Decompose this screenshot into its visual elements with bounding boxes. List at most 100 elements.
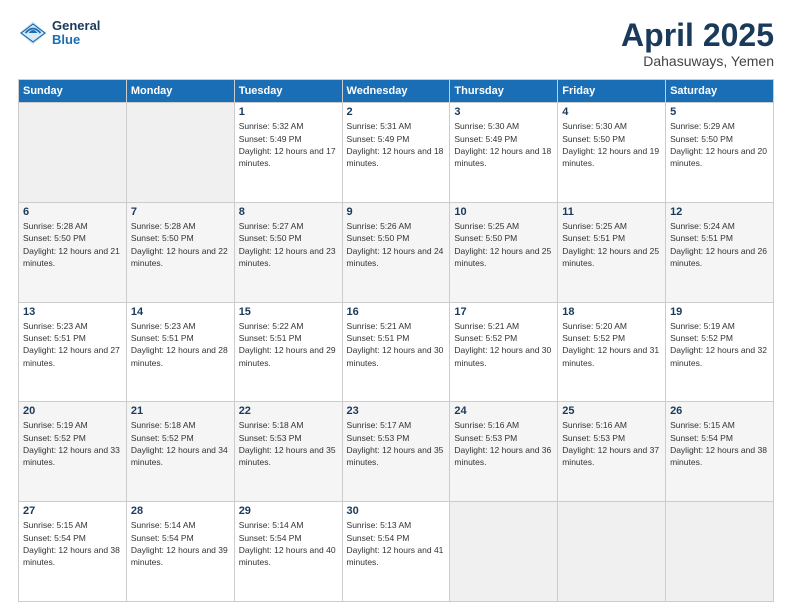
day-info: Sunrise: 5:18 AMSunset: 5:52 PMDaylight:… [131, 419, 230, 468]
day-number: 7 [131, 206, 230, 218]
day-info: Sunrise: 5:28 AMSunset: 5:50 PMDaylight:… [131, 220, 230, 269]
day-cell: 9 Sunrise: 5:26 AMSunset: 5:50 PMDaylight… [342, 202, 450, 302]
day-cell: 21Sunrise: 5:18 AMSunset: 5:52 PMDayligh… [126, 402, 234, 502]
col-saturday: Saturday [666, 80, 774, 103]
header: General Blue April 2025 Dahasuways, Yeme… [18, 18, 774, 69]
day-cell: 7 Sunrise: 5:28 AMSunset: 5:50 PMDaylight… [126, 202, 234, 302]
day-number: 16 [347, 306, 446, 318]
day-number: 4 [562, 106, 661, 118]
logo: General Blue [18, 18, 100, 48]
day-cell: 6Sunrise: 5:28 AMSunset: 5:50 PMDaylight… [19, 202, 127, 302]
day-number: 30 [347, 505, 446, 517]
day-info: Sunrise: 5:13 AMSunset: 5:54 PMDaylight:… [347, 519, 446, 568]
col-sunday: Sunday [19, 80, 127, 103]
day-info: Sunrise: 5:14 AMSunset: 5:54 PMDaylight:… [131, 519, 230, 568]
day-cell: 4Sunrise: 5:30 AMSunset: 5:50 PMDaylight… [558, 103, 666, 203]
day-number: 6 [23, 206, 122, 218]
week-row-1: 1 Sunrise: 5:32 AMSunset: 5:49 PMDaylight… [19, 103, 774, 203]
day-cell: 26Sunrise: 5:15 AMSunset: 5:54 PMDayligh… [666, 402, 774, 502]
day-number: 26 [670, 405, 769, 417]
day-number: 14 [131, 306, 230, 318]
day-cell: 14 Sunrise: 5:23 AMSunset: 5:51 PMDayligh… [126, 302, 234, 402]
day-info: Sunrise: 5:20 AMSunset: 5:52 PMDaylight:… [562, 320, 661, 369]
day-cell: 25Sunrise: 5:16 AMSunset: 5:53 PMDayligh… [558, 402, 666, 502]
col-friday: Friday [558, 80, 666, 103]
day-info: Sunrise: 5:26 AMSunset: 5:50 PMDaylight:… [347, 220, 446, 269]
day-info: Sunrise: 5:15 AMSunset: 5:54 PMDaylight:… [23, 519, 122, 568]
day-cell: 2 Sunrise: 5:31 AMSunset: 5:49 PMDaylight… [342, 103, 450, 203]
day-cell: 27 Sunrise: 5:15 AMSunset: 5:54 PMDayligh… [19, 502, 127, 602]
week-row-5: 27 Sunrise: 5:15 AMSunset: 5:54 PMDayligh… [19, 502, 774, 602]
day-cell: 23 Sunrise: 5:17 AMSunset: 5:53 PMDayligh… [342, 402, 450, 502]
day-number: 1 [239, 106, 338, 118]
day-info: Sunrise: 5:25 AMSunset: 5:50 PMDaylight:… [454, 220, 553, 269]
day-cell: 16 Sunrise: 5:21 AMSunset: 5:51 PMDayligh… [342, 302, 450, 402]
page: General Blue April 2025 Dahasuways, Yeme… [0, 0, 792, 612]
logo-general: General [52, 19, 100, 33]
day-number: 11 [562, 206, 661, 218]
day-info: Sunrise: 5:21 AMSunset: 5:52 PMDaylight:… [454, 320, 553, 369]
day-cell [558, 502, 666, 602]
day-info: Sunrise: 5:23 AMSunset: 5:51 PMDaylight:… [131, 320, 230, 369]
day-number: 15 [239, 306, 338, 318]
day-cell: 1 Sunrise: 5:32 AMSunset: 5:49 PMDaylight… [234, 103, 342, 203]
day-number: 25 [562, 405, 661, 417]
day-cell: 24Sunrise: 5:16 AMSunset: 5:53 PMDayligh… [450, 402, 558, 502]
col-tuesday: Tuesday [234, 80, 342, 103]
calendar-header: Sunday Monday Tuesday Wednesday Thursday… [19, 80, 774, 103]
day-number: 12 [670, 206, 769, 218]
day-cell: 11 Sunrise: 5:25 AMSunset: 5:51 PMDayligh… [558, 202, 666, 302]
col-thursday: Thursday [450, 80, 558, 103]
day-info: Sunrise: 5:18 AMSunset: 5:53 PMDaylight:… [239, 419, 338, 468]
day-number: 19 [670, 306, 769, 318]
day-number: 29 [239, 505, 338, 517]
day-info: Sunrise: 5:17 AMSunset: 5:53 PMDaylight:… [347, 419, 446, 468]
day-number: 20 [23, 405, 122, 417]
day-cell: 20 Sunrise: 5:19 AMSunset: 5:52 PMDayligh… [19, 402, 127, 502]
day-info: Sunrise: 5:32 AMSunset: 5:49 PMDaylight:… [239, 120, 338, 169]
day-number: 8 [239, 206, 338, 218]
day-cell [666, 502, 774, 602]
header-row: Sunday Monday Tuesday Wednesday Thursday… [19, 80, 774, 103]
day-info: Sunrise: 5:21 AMSunset: 5:51 PMDaylight:… [347, 320, 446, 369]
day-number: 13 [23, 306, 122, 318]
day-number: 27 [23, 505, 122, 517]
day-info: Sunrise: 5:23 AMSunset: 5:51 PMDaylight:… [23, 320, 122, 369]
day-info: Sunrise: 5:24 AMSunset: 5:51 PMDaylight:… [670, 220, 769, 269]
day-number: 17 [454, 306, 553, 318]
day-number: 9 [347, 206, 446, 218]
day-cell: 3Sunrise: 5:30 AMSunset: 5:49 PMDaylight… [450, 103, 558, 203]
day-cell: 17 Sunrise: 5:21 AMSunset: 5:52 PMDayligh… [450, 302, 558, 402]
day-cell [450, 502, 558, 602]
day-info: Sunrise: 5:22 AMSunset: 5:51 PMDaylight:… [239, 320, 338, 369]
day-number: 10 [454, 206, 553, 218]
week-row-4: 20 Sunrise: 5:19 AMSunset: 5:52 PMDayligh… [19, 402, 774, 502]
location: Dahasuways, Yemen [621, 53, 774, 69]
day-cell: 18 Sunrise: 5:20 AMSunset: 5:52 PMDayligh… [558, 302, 666, 402]
day-cell [126, 103, 234, 203]
day-number: 3 [454, 106, 553, 118]
day-info: Sunrise: 5:19 AMSunset: 5:52 PMDaylight:… [23, 419, 122, 468]
day-cell: 29Sunrise: 5:14 AMSunset: 5:54 PMDayligh… [234, 502, 342, 602]
day-number: 22 [239, 405, 338, 417]
calendar: Sunday Monday Tuesday Wednesday Thursday… [18, 79, 774, 602]
day-info: Sunrise: 5:25 AMSunset: 5:51 PMDaylight:… [562, 220, 661, 269]
week-row-2: 6 Sunrise: 5:28 AMSunset: 5:50 PMDaylight… [19, 202, 774, 302]
day-number: 24 [454, 405, 553, 417]
day-cell: 15 Sunrise: 5:22 AMSunset: 5:51 PMDayligh… [234, 302, 342, 402]
day-number: 5 [670, 106, 769, 118]
day-number: 28 [131, 505, 230, 517]
day-info: Sunrise: 5:19 AMSunset: 5:52 PMDaylight:… [670, 320, 769, 369]
col-wednesday: Wednesday [342, 80, 450, 103]
day-number: 18 [562, 306, 661, 318]
month-title: April 2025 [621, 18, 774, 53]
day-info: Sunrise: 5:31 AMSunset: 5:49 PMDaylight:… [347, 120, 446, 169]
day-cell: 13 Sunrise: 5:23 AMSunset: 5:51 PMDayligh… [19, 302, 127, 402]
logo-icon [18, 18, 48, 48]
logo-text: General Blue [52, 19, 100, 48]
day-info: Sunrise: 5:29 AMSunset: 5:50 PMDaylight:… [670, 120, 769, 169]
day-number: 2 [347, 106, 446, 118]
day-number: 23 [347, 405, 446, 417]
day-cell: 30 Sunrise: 5:13 AMSunset: 5:54 PMDayligh… [342, 502, 450, 602]
day-cell [19, 103, 127, 203]
